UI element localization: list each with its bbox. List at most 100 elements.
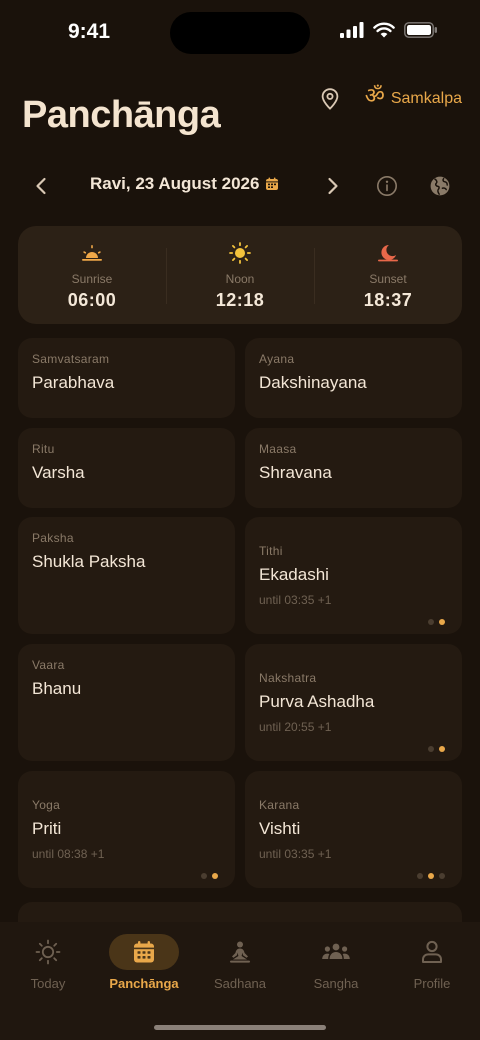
card-value: Parabhava: [32, 373, 115, 392]
sunset-label: Sunset: [369, 272, 407, 286]
tab-bar: Today Panchānga Sadhana Sangha Profile: [0, 922, 480, 1040]
location-pin-icon: [321, 88, 339, 110]
card-value: Dakshinayana: [259, 373, 367, 392]
page-dot-active: [428, 873, 434, 879]
card-value: Shukla Paksha: [32, 552, 146, 571]
date-label: Ravi, 23 August 2026: [90, 174, 260, 193]
chevron-left-icon: [36, 177, 46, 195]
tab-icon-wrap: [109, 934, 179, 970]
card-label: Ritu: [32, 442, 55, 456]
sunrise-label: Sunrise: [71, 272, 113, 286]
chevron-right-icon: [328, 177, 338, 195]
card-value: Ekadashi: [259, 565, 329, 584]
sunrise-column: Sunrise 06:00: [18, 226, 166, 324]
sunset-icon: [377, 242, 399, 264]
page-dots: [201, 873, 218, 879]
yoga-card[interactable]: Yoga Priti until 08:38 +1: [18, 771, 235, 888]
page-dots: [428, 619, 445, 625]
sunset-time: 18:37: [363, 290, 413, 310]
previous-day-button[interactable]: [28, 172, 54, 200]
tab-label: Today: [30, 976, 66, 991]
tab-icon-wrap: [397, 934, 467, 970]
card-until: until 03:35 +1: [259, 847, 332, 861]
page-dot-active: [439, 619, 445, 625]
noon-time: 12:18: [215, 290, 265, 310]
tab-profile[interactable]: Profile: [384, 922, 480, 1012]
page-dot-active: [439, 746, 445, 752]
page-dot: [201, 873, 207, 879]
sunrise-icon: [81, 242, 103, 264]
next-day-button[interactable]: [320, 172, 346, 200]
page-dot: [439, 873, 445, 879]
card-label: Yoga: [32, 798, 61, 812]
location-button[interactable]: [315, 84, 345, 114]
dynamic-island: [170, 12, 310, 54]
home-indicator: [154, 1025, 326, 1030]
samvatsaram-card[interactable]: Samvatsaram Parabhava: [18, 338, 235, 418]
vaara-card[interactable]: Vaara Bhanu: [18, 644, 235, 761]
tab-label: Sadhana: [213, 976, 267, 991]
card-label: Nakshatra: [259, 671, 317, 685]
om-icon: ॐ: [364, 83, 385, 108]
header-actions: ॐ Samkalpa: [315, 84, 462, 114]
tab-icon-wrap: [205, 934, 275, 970]
card-label: Tithi: [259, 544, 283, 558]
ayana-card[interactable]: Ayana Dakshinayana: [245, 338, 462, 418]
card-value: Purva Ashadha: [259, 692, 375, 711]
cellular-signal-icon: [340, 22, 364, 38]
card-label: Maasa: [259, 442, 297, 456]
card-until: until 03:35 +1: [259, 593, 332, 607]
tab-panchanga[interactable]: Panchānga: [96, 922, 192, 1012]
wifi-icon: [373, 22, 395, 38]
info-icon: [377, 176, 397, 196]
page-dot: [428, 746, 434, 752]
card-label: Ayana: [259, 352, 295, 366]
card-label: Samvatsaram: [32, 352, 110, 366]
paksha-card[interactable]: Paksha Shukla Paksha: [18, 517, 235, 634]
card-label: Vaara: [32, 658, 65, 672]
tab-label: Profile: [413, 976, 451, 991]
page-dots: [417, 873, 445, 879]
sun-icon: [35, 939, 61, 965]
globe-icon: [430, 176, 450, 196]
noon-label: Noon: [225, 272, 255, 286]
status-time: 9:41: [68, 20, 111, 43]
tab-today[interactable]: Today: [0, 922, 96, 1012]
date-navigation: Ravi, 23 August 2026: [0, 168, 480, 204]
info-button[interactable]: [374, 172, 400, 200]
page-dot-active: [212, 873, 218, 879]
calendar-icon: [266, 177, 279, 190]
ritu-card[interactable]: Ritu Varsha: [18, 428, 235, 508]
sun-icon: [229, 242, 251, 264]
tab-label: Sangha: [313, 976, 359, 991]
samkalpa-label: Samkalpa: [390, 90, 462, 107]
tab-sadhana[interactable]: Sadhana: [192, 922, 288, 1012]
page-dot: [428, 619, 434, 625]
samkalpa-button[interactable]: ॐ Samkalpa: [365, 85, 462, 108]
noon-column: Noon 12:18: [166, 226, 314, 324]
meditation-icon: [230, 941, 250, 963]
card-value: Shravana: [259, 463, 332, 482]
nakshatra-card[interactable]: Nakshatra Purva Ashadha until 20:55 +1: [245, 644, 462, 761]
status-bar: 9:41: [0, 0, 480, 64]
card-until: until 08:38 +1: [32, 847, 105, 861]
globe-button[interactable]: [427, 172, 453, 200]
card-until: until 20:55 +1: [259, 720, 332, 734]
card-value: Varsha: [32, 463, 85, 482]
card-label: Karana: [259, 798, 300, 812]
sunset-column: Sunset 18:37: [314, 226, 462, 324]
tab-icon-wrap: [301, 934, 371, 970]
calendar-icon: [134, 941, 154, 963]
sunrise-time: 06:00: [67, 290, 117, 310]
person-icon: [422, 940, 442, 963]
date-picker-button[interactable]: Ravi, 23 August 2026: [90, 174, 279, 194]
card-value: Bhanu: [32, 679, 82, 698]
tab-sangha[interactable]: Sangha: [288, 922, 384, 1012]
page-title: Panchānga: [22, 94, 221, 136]
battery-icon: [404, 22, 437, 38]
karana-card[interactable]: Karana Vishti until 03:35 +1: [245, 771, 462, 888]
tithi-card[interactable]: Tithi Ekadashi until 03:35 +1: [245, 517, 462, 634]
maasa-card[interactable]: Maasa Shravana: [245, 428, 462, 508]
group-icon: [322, 943, 350, 959]
page-dots: [428, 746, 445, 752]
